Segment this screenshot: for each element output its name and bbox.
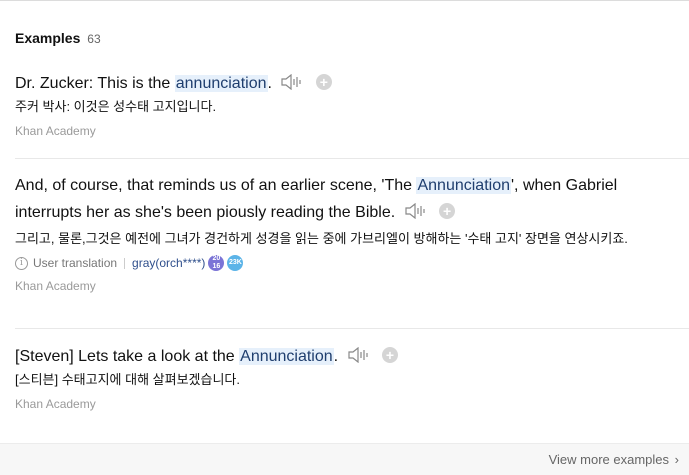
example-korean: [스티븐] 수태고지에 대해 살펴보겠습니다. — [15, 372, 240, 387]
example-item: Dr. Zucker: This is the annunciation. + … — [15, 70, 685, 138]
speaker-icon[interactable] — [281, 74, 303, 90]
example-english: [Steven] Lets take a look at the Annunci… — [15, 343, 685, 370]
examples-title: Examples — [15, 30, 81, 46]
example-text: . — [267, 75, 272, 92]
example-korean: 그리고, 물론,그것은 예전에 그녀가 경건하게 성경을 읽는 중에 가브리엘이… — [15, 231, 628, 246]
translator-username[interactable]: gray(orch****) — [132, 256, 205, 270]
info-icon[interactable]: i — [15, 256, 28, 270]
divider — [15, 158, 689, 159]
example-english: And, of course, that reminds us of an ea… — [15, 172, 685, 226]
example-item: [Steven] Lets take a look at the Annunci… — [15, 343, 685, 411]
add-to-wordbook-button[interactable]: + — [382, 347, 399, 363]
meta-separator — [124, 257, 126, 269]
count-badge: 23K — [227, 255, 244, 271]
translation-meta: i User translation gray(orch****) 20 16 … — [15, 255, 685, 271]
view-more-label: View more examples — [548, 452, 670, 467]
top-divider — [0, 0, 689, 1]
year-badge: 20 16 — [208, 255, 225, 271]
example-text: . — [333, 348, 339, 365]
example-korean: 주커 박사: 이것은 성수태 고지입니다. — [15, 99, 217, 114]
user-translation-label: User translation — [33, 256, 118, 270]
example-text: Dr. Zucker: This is the — [15, 75, 175, 92]
example-english: Dr. Zucker: This is the annunciation. + — [15, 70, 685, 97]
example-source: Khan Academy — [15, 397, 96, 411]
add-to-wordbook-button[interactable]: + — [315, 74, 332, 90]
keyword-highlight[interactable]: annunciation — [174, 75, 268, 92]
example-source: Khan Academy — [15, 124, 96, 138]
view-more-examples-link[interactable]: View more examples › — [549, 452, 679, 467]
speaker-icon[interactable] — [347, 347, 370, 363]
divider — [15, 328, 689, 329]
example-text: [Steven] Lets take a look at the — [15, 348, 240, 365]
chevron-right-icon: › — [674, 452, 679, 467]
examples-count: 63 — [87, 32, 101, 46]
example-item: And, of course, that reminds us of an ea… — [15, 172, 685, 293]
add-to-wordbook-button[interactable]: + — [439, 203, 456, 219]
example-source: Khan Academy — [15, 279, 96, 293]
speaker-icon[interactable] — [405, 203, 427, 219]
example-text: And, of course, that reminds us of an ea… — [15, 177, 417, 194]
examples-header: Examples 63 — [15, 30, 101, 46]
examples-footer: View more examples › — [0, 443, 689, 475]
keyword-highlight[interactable]: Annunciation — [416, 177, 511, 194]
keyword-highlight[interactable]: Annunciation — [239, 348, 334, 365]
